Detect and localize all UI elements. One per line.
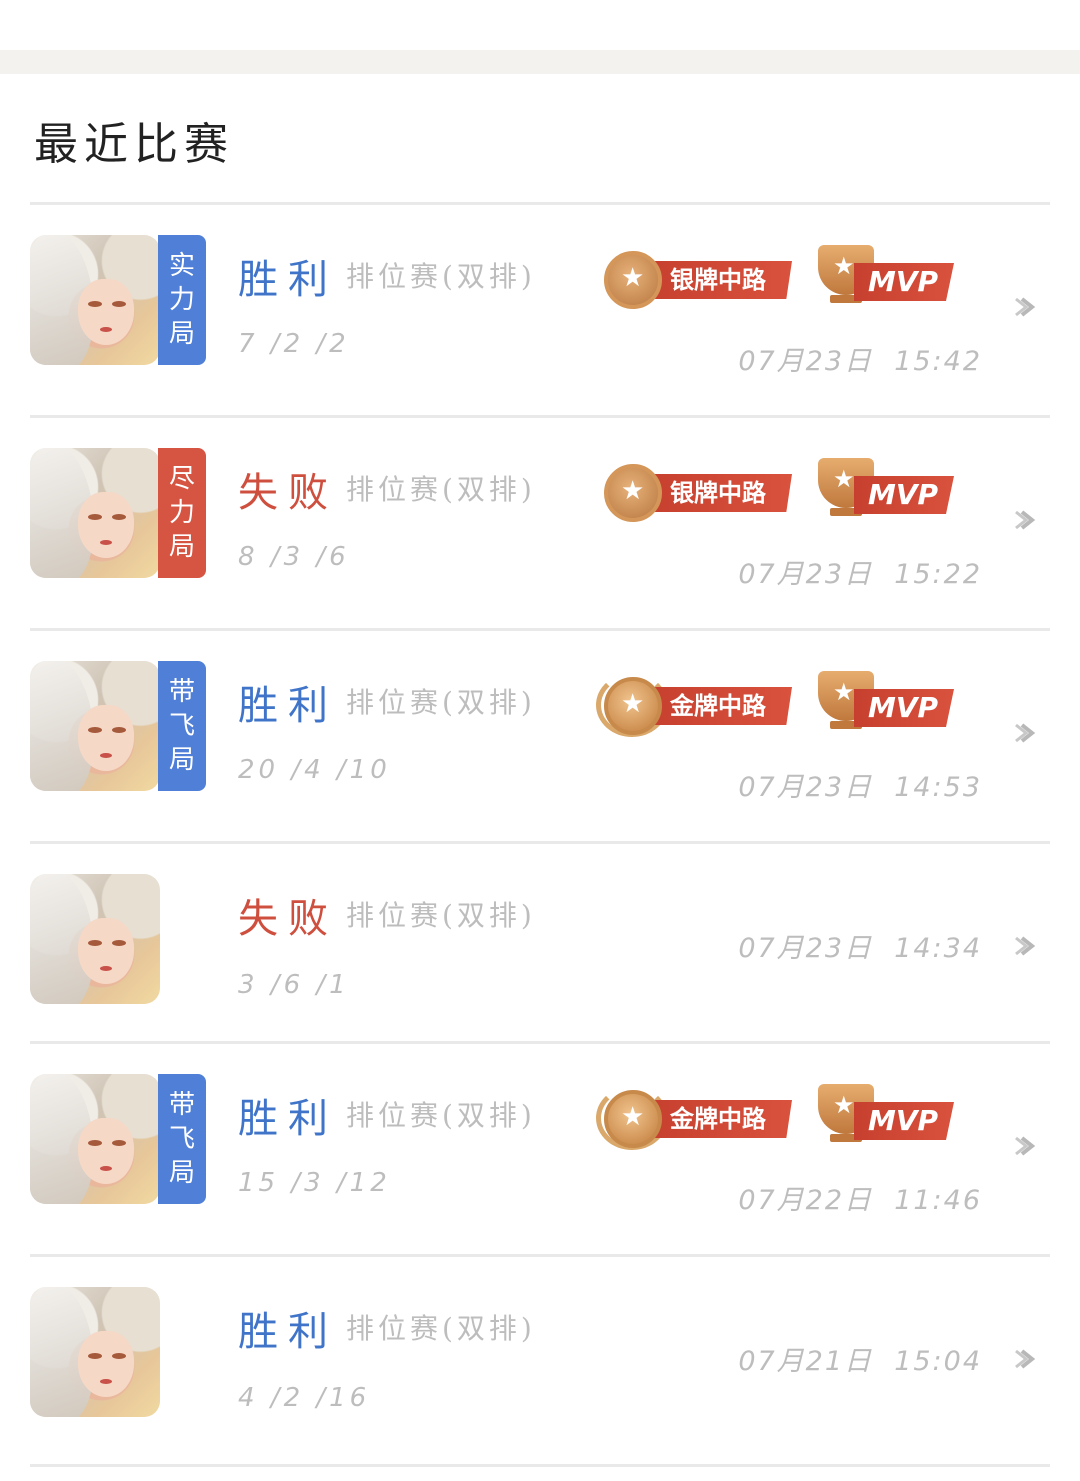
mvp-badge: ★ MVP xyxy=(812,245,956,309)
mvp-label: MVP xyxy=(854,263,954,301)
chevron-right-icon[interactable] xyxy=(1010,1132,1038,1160)
medal-label: 银牌中路 xyxy=(650,261,792,299)
match-kda: 20 /4 /10 xyxy=(238,755,391,785)
match-mode: 排位赛(双排) xyxy=(346,1312,536,1345)
position-medal: 银牌中路 ★ xyxy=(596,460,796,524)
match-time: 07月23日 15:42 xyxy=(738,346,982,377)
match-row[interactable]: 带飞局胜利 排位赛(双排) 15 /3 /12 金牌中路 ★ ★ MVP 07月22日 11:… xyxy=(0,1044,1080,1257)
hero-avatar xyxy=(30,448,160,578)
match-rating-char: 飞 xyxy=(168,1124,195,1154)
match-rating-tag: 带飞局 xyxy=(158,661,206,791)
match-time: 07月23日 14:34 xyxy=(738,933,982,964)
match-result: 失败 xyxy=(238,896,338,942)
hero-avatar xyxy=(30,1074,160,1204)
match-kda: 7 /2 /2 xyxy=(238,329,350,359)
section-divider-band xyxy=(0,50,1080,74)
mvp-label: MVP xyxy=(854,689,954,727)
medal-star-icon: ★ xyxy=(604,464,662,522)
mvp-label: MVP xyxy=(854,476,954,514)
match-kda: 4 /2 /16 xyxy=(238,1383,371,1413)
medal-star-icon: ★ xyxy=(604,677,662,735)
chevron-right-icon[interactable] xyxy=(1010,719,1038,747)
medal-label: 金牌中路 xyxy=(650,1100,792,1138)
medal-star-icon: ★ xyxy=(604,251,662,309)
match-result: 胜利 xyxy=(238,257,338,303)
hero-avatar xyxy=(30,874,160,1004)
match-mode: 排位赛(双排) xyxy=(346,260,536,293)
match-kda: 8 /3 /6 xyxy=(238,542,350,572)
top-blank xyxy=(0,0,1080,50)
position-medal: 金牌中路 ★ xyxy=(596,673,796,737)
match-result: 失败 xyxy=(238,470,338,516)
hero-avatar xyxy=(30,1287,160,1417)
hero-avatar xyxy=(30,661,160,791)
match-rating-tag: 尽力局 xyxy=(158,448,206,578)
medal-label: 金牌中路 xyxy=(650,687,792,725)
match-rating-char: 力 xyxy=(168,285,195,315)
match-rating-char: 局 xyxy=(168,745,195,775)
match-row[interactable]: 实力局胜利 排位赛(双排) 7 /2 /2 银牌中路 ★ ★ MVP 07月23日 15:42 xyxy=(0,205,1080,418)
match-row[interactable]: 胜利 排位赛(双排) 4 /2 /16 07月21日 15:04 xyxy=(0,1257,1080,1467)
match-mode: 排位赛(双排) xyxy=(346,473,536,506)
medal-star-icon: ★ xyxy=(604,1090,662,1148)
match-time: 07月22日 11:46 xyxy=(738,1185,982,1216)
chevron-right-icon[interactable] xyxy=(1010,1345,1038,1373)
chevron-right-icon[interactable] xyxy=(1010,932,1038,960)
match-row[interactable]: 带飞局胜利 排位赛(双排) 20 /4 /10 金牌中路 ★ ★ MVP 07月23日 14:… xyxy=(0,631,1080,844)
match-kda: 15 /3 /12 xyxy=(238,1168,391,1198)
mvp-badge: ★ MVP xyxy=(812,1084,956,1148)
medal-label: 银牌中路 xyxy=(650,474,792,512)
match-time: 07月23日 15:22 xyxy=(738,559,982,590)
match-time: 07月21日 15:04 xyxy=(738,1346,982,1377)
match-rating-tag: 带飞局 xyxy=(158,1074,206,1204)
match-rating-tag: 实力局 xyxy=(158,235,206,365)
chevron-right-icon[interactable] xyxy=(1010,293,1038,321)
mvp-label: MVP xyxy=(854,1102,954,1140)
match-rating-char: 尽 xyxy=(168,464,195,494)
match-mode: 排位赛(双排) xyxy=(346,686,536,719)
match-result: 胜利 xyxy=(238,1096,338,1142)
match-mode: 排位赛(双排) xyxy=(346,899,536,932)
match-rating-char: 局 xyxy=(168,319,195,349)
match-row[interactable]: 尽力局失败 排位赛(双排) 8 /3 /6 银牌中路 ★ ★ MVP 07月23日 15:22 xyxy=(0,418,1080,631)
mvp-badge: ★ MVP xyxy=(812,458,956,522)
mvp-badge: ★ MVP xyxy=(812,671,956,735)
section-title: 最近比赛 xyxy=(34,119,234,170)
match-result: 胜利 xyxy=(238,683,338,729)
match-rating-char: 带 xyxy=(168,677,195,707)
position-medal: 银牌中路 ★ xyxy=(596,247,796,311)
match-result: 胜利 xyxy=(238,1309,338,1355)
row-divider xyxy=(30,1464,1050,1467)
match-mode: 排位赛(双排) xyxy=(346,1099,536,1132)
match-rating-char: 局 xyxy=(168,532,195,562)
match-kda: 3 /6 /1 xyxy=(238,970,350,1000)
match-rating-char: 局 xyxy=(168,1158,195,1188)
match-rating-char: 力 xyxy=(168,498,195,528)
match-rating-char: 飞 xyxy=(168,711,195,741)
hero-avatar xyxy=(30,235,160,365)
position-medal: 金牌中路 ★ xyxy=(596,1086,796,1150)
chevron-right-icon[interactable] xyxy=(1010,506,1038,534)
match-rating-char: 实 xyxy=(168,251,195,281)
match-rating-char: 带 xyxy=(168,1090,195,1120)
match-time: 07月23日 14:53 xyxy=(738,772,982,803)
match-row[interactable]: 失败 排位赛(双排) 3 /6 /1 07月23日 14:34 xyxy=(0,844,1080,1044)
